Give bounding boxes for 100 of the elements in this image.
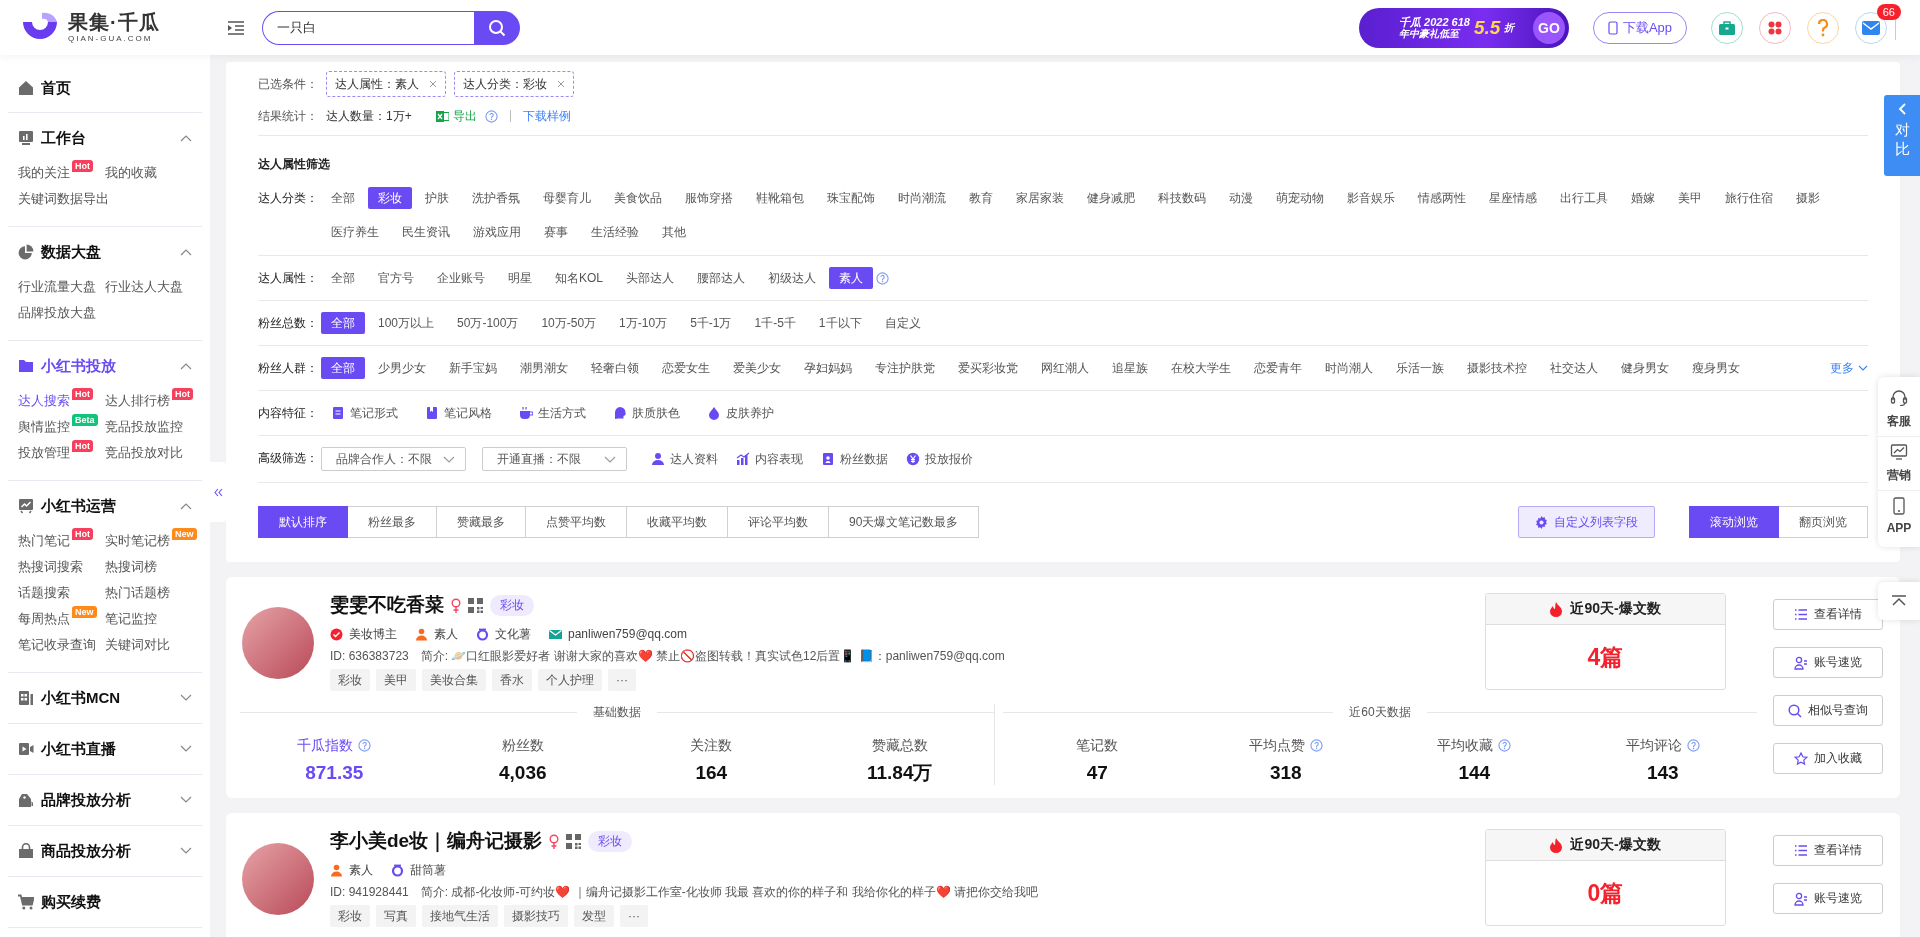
filter-option[interactable]: 家居家装: [1006, 187, 1074, 209]
filter-option[interactable]: 情感两性: [1408, 187, 1476, 209]
sort-tab[interactable]: 90天爆文笔记数最多: [829, 506, 980, 538]
filter-option[interactable]: 生活经验: [581, 221, 649, 243]
sidebar-link[interactable]: 热搜词搜索: [18, 554, 83, 580]
filter-option[interactable]: 时尚潮人: [1315, 357, 1383, 379]
sidebar-link[interactable]: 竞品投放对比: [105, 440, 183, 466]
filter-option[interactable]: 洗护香氛: [462, 187, 530, 209]
action-button[interactable]: 加入收藏: [1773, 743, 1883, 774]
filter-option[interactable]: 孕妇妈妈: [794, 357, 862, 379]
filter-option[interactable]: 瘦身男女: [1682, 357, 1750, 379]
filter-option[interactable]: 新手宝妈: [439, 357, 507, 379]
export-link[interactable]: 导出: [435, 107, 477, 125]
help-icon[interactable]: [484, 109, 498, 123]
filter-option[interactable]: 少男少女: [368, 357, 436, 379]
back-to-top-button[interactable]: [1878, 582, 1920, 620]
sidebar-link[interactable]: 话题搜索: [18, 580, 70, 606]
sidebar-link[interactable]: 行业流量大盘: [18, 274, 96, 300]
side-tool-button[interactable]: 客服: [1878, 383, 1920, 437]
sort-tab[interactable]: 收藏平均数: [627, 506, 728, 538]
sidebar-link[interactable]: 达人排行榜: [105, 388, 170, 414]
sidebar-menu-item[interactable]: 首页: [8, 77, 202, 99]
help-icon[interactable]: [358, 738, 372, 752]
filter-option[interactable]: 鞋靴箱包: [746, 187, 814, 209]
sidebar-link[interactable]: 我的关注: [18, 160, 70, 186]
sidebar-link[interactable]: 关键词对比: [105, 632, 170, 658]
search-field[interactable]: 一只白: [262, 10, 474, 45]
feature-link[interactable]: 皮肤养护: [707, 402, 774, 424]
sidebar-link[interactable]: 达人搜索: [18, 388, 70, 414]
filter-option[interactable]: 出行工具: [1550, 187, 1618, 209]
filter-option[interactable]: 恋爱女生: [652, 357, 720, 379]
filter-option[interactable]: 恋爱青年: [1244, 357, 1312, 379]
filter-option[interactable]: 科技数码: [1148, 187, 1216, 209]
filter-option[interactable]: 腰部达人: [687, 267, 755, 289]
close-icon[interactable]: [429, 80, 437, 88]
help-icon[interactable]: [1309, 738, 1323, 752]
sidebar-link[interactable]: 舆情监控: [18, 414, 70, 440]
dropdown[interactable]: 品牌合作人：不限: [321, 447, 466, 471]
filter-option[interactable]: 服饰穿搭: [675, 187, 743, 209]
custom-fields-button[interactable]: 自定义列表字段: [1518, 506, 1655, 538]
filter-option[interactable]: 星座情感: [1479, 187, 1547, 209]
more-tags-button[interactable]: ···: [608, 669, 636, 691]
filter-option[interactable]: 素人: [829, 267, 873, 289]
more-tags-button[interactable]: ···: [620, 905, 648, 927]
filter-option[interactable]: 赛事: [534, 221, 578, 243]
sidebar-link[interactable]: 关键词数据导出: [18, 186, 109, 212]
search-button[interactable]: [474, 10, 520, 45]
filter-option[interactable]: 专注护肤党: [865, 357, 945, 379]
filter-option[interactable]: 母婴育儿: [533, 187, 601, 209]
sort-tab[interactable]: 默认排序: [258, 506, 348, 538]
help-icon[interactable]: [876, 271, 889, 285]
filter-option[interactable]: 时尚潮流: [888, 187, 956, 209]
filter-option[interactable]: 全部: [321, 357, 365, 379]
view-mode-tab[interactable]: 翻页浏览: [1779, 506, 1868, 538]
filter-option[interactable]: 医疗养生: [321, 221, 389, 243]
sidebar-link[interactable]: 笔记收录查询: [18, 632, 96, 658]
influencer-name[interactable]: 雯雯不吃香菜: [330, 592, 444, 618]
sidebar-menu-item[interactable]: 小红书运营: [8, 495, 202, 517]
filter-option[interactable]: 教育: [959, 187, 1003, 209]
filter-option[interactable]: 萌宠动物: [1266, 187, 1334, 209]
feature-link[interactable]: 笔记形式: [331, 402, 398, 424]
filter-option[interactable]: 彩妆: [368, 187, 412, 209]
filter-option[interactable]: 健身减肥: [1077, 187, 1145, 209]
sort-tab[interactable]: 点赞平均数: [526, 506, 627, 538]
sidebar-menu-item[interactable]: 品牌投放分析: [8, 789, 202, 811]
filter-tag[interactable]: 达人分类：彩妆: [454, 71, 574, 97]
filter-option[interactable]: 官方号: [368, 267, 424, 289]
filter-option[interactable]: 乐活一族: [1386, 357, 1454, 379]
sidebar-menu-item[interactable]: 小红书MCN: [8, 687, 202, 709]
apps-button[interactable]: [1759, 11, 1791, 44]
filter-option[interactable]: 1千以下: [808, 312, 872, 334]
filter-link[interactable]: 达人资料: [651, 448, 718, 470]
sidebar-link[interactable]: 投放管理: [18, 440, 70, 466]
filter-option[interactable]: 全部: [321, 187, 365, 209]
sidebar-link[interactable]: 品牌投放大盘: [18, 300, 96, 326]
filter-option[interactable]: 社交达人: [1540, 357, 1608, 379]
action-button[interactable]: 账号速览: [1773, 647, 1883, 678]
sidebar-link[interactable]: 热搜词榜: [105, 554, 157, 580]
help-button[interactable]: [1807, 11, 1839, 44]
sidebar-menu-item[interactable]: 小红书直播: [8, 738, 202, 760]
filter-option[interactable]: 5千-1万: [680, 312, 742, 334]
action-button[interactable]: 查看详情: [1773, 599, 1883, 630]
filter-link[interactable]: 粉丝数据: [821, 448, 888, 470]
sidebar-menu-item[interactable]: 购买续费: [8, 891, 202, 913]
sidebar-menu-item[interactable]: 工作台: [8, 127, 202, 149]
filter-option[interactable]: 影音娱乐: [1337, 187, 1405, 209]
filter-option[interactable]: 摄影技术控: [1457, 357, 1537, 379]
filter-option[interactable]: 50万-100万: [447, 312, 529, 334]
side-tool-button[interactable]: 营销: [1878, 437, 1920, 491]
filter-option[interactable]: 头部达人: [616, 267, 684, 289]
sidebar-link[interactable]: 热门笔记: [18, 528, 70, 554]
filter-option[interactable]: 在校大学生: [1161, 357, 1241, 379]
filter-option[interactable]: 明星: [498, 267, 542, 289]
filter-option[interactable]: 健身男女: [1611, 357, 1679, 379]
filter-option[interactable]: 摄影: [1786, 187, 1830, 209]
sidebar-menu-item[interactable]: 数据大盘: [8, 241, 202, 263]
go-button[interactable]: GO: [1533, 11, 1565, 44]
filter-option[interactable]: 网红潮人: [1031, 357, 1099, 379]
sidebar-link[interactable]: 我的收藏: [105, 160, 157, 186]
filter-link[interactable]: 投放报价: [906, 448, 973, 470]
